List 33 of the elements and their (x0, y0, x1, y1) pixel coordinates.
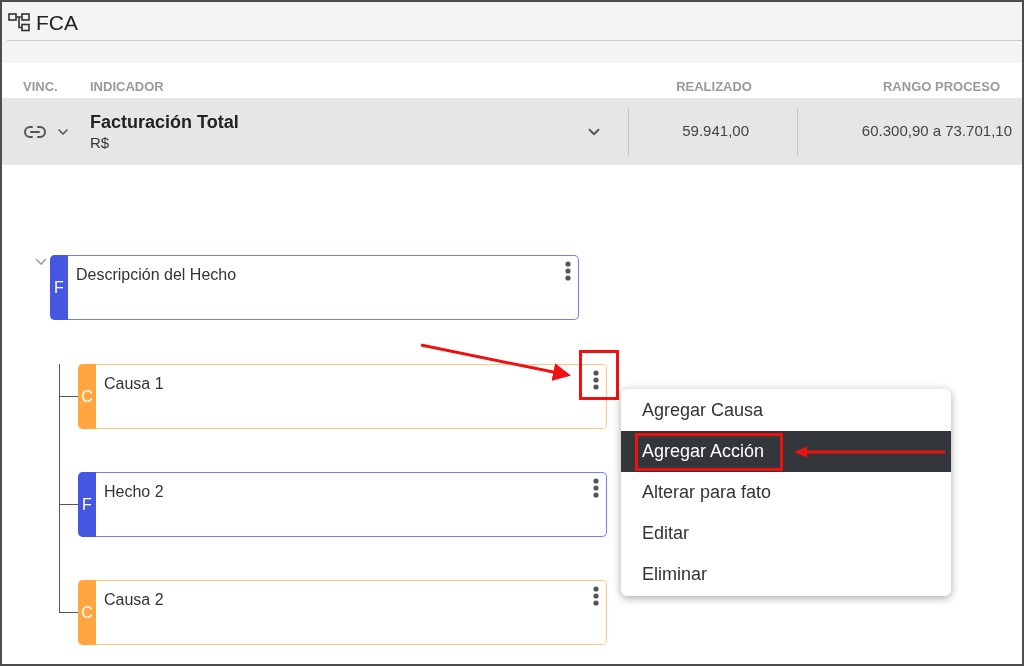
menu-item[interactable]: Agregar Acción (621, 431, 951, 472)
column-header: RANGO PROCESO (882, 77, 1001, 96)
column-header: VINC. (22, 77, 59, 96)
indicator-unit: R$ (90, 132, 111, 153)
more-vertical-icon (593, 586, 599, 606)
chevron-icon (35, 257, 47, 265)
tree-node-card[interactable]: F Descripción del Hecho (50, 255, 579, 320)
more-vertical-icon (593, 370, 599, 390)
node-text: Hecho 2 (103, 482, 164, 502)
node-text: Causa 2 (103, 590, 164, 610)
menu-item[interactable]: Alterar para fato (621, 472, 951, 513)
page-title: FCA (36, 9, 78, 36)
type-badge: F (78, 472, 96, 537)
menu-item[interactable]: Eliminar (621, 554, 951, 595)
hierarchy-icon (8, 13, 30, 32)
more-vertical-icon (593, 478, 599, 498)
node-text: Causa 1 (103, 374, 164, 394)
type-badge: C (78, 580, 96, 645)
indicator-name: Facturación Total (90, 110, 239, 133)
more-vertical-icon (565, 261, 571, 281)
type-badge: F (50, 255, 68, 320)
tree-node-card[interactable]: F Hecho 2 (78, 472, 607, 537)
type-badge: C (78, 364, 96, 429)
column-header: INDICADOR (90, 77, 165, 96)
node-text: Descripción del Hecho (75, 265, 237, 285)
table-cell-text: 59.941,00 (682, 121, 749, 142)
column-header: REALIZADO (675, 77, 753, 96)
indicator-row[interactable]: Facturación Total R$ 59.941,00 60.300,90 a 73.701,10 (2, 98, 1022, 165)
collapse-toggle[interactable] (34, 256, 48, 266)
tree-node-card[interactable]: C Causa 2 (78, 580, 607, 645)
menu-item[interactable]: Editar (621, 513, 951, 554)
table-cell-text: 60.300,90 a 73.701,10 (861, 121, 1012, 142)
menu-item[interactable]: Agregar Causa (621, 390, 951, 431)
